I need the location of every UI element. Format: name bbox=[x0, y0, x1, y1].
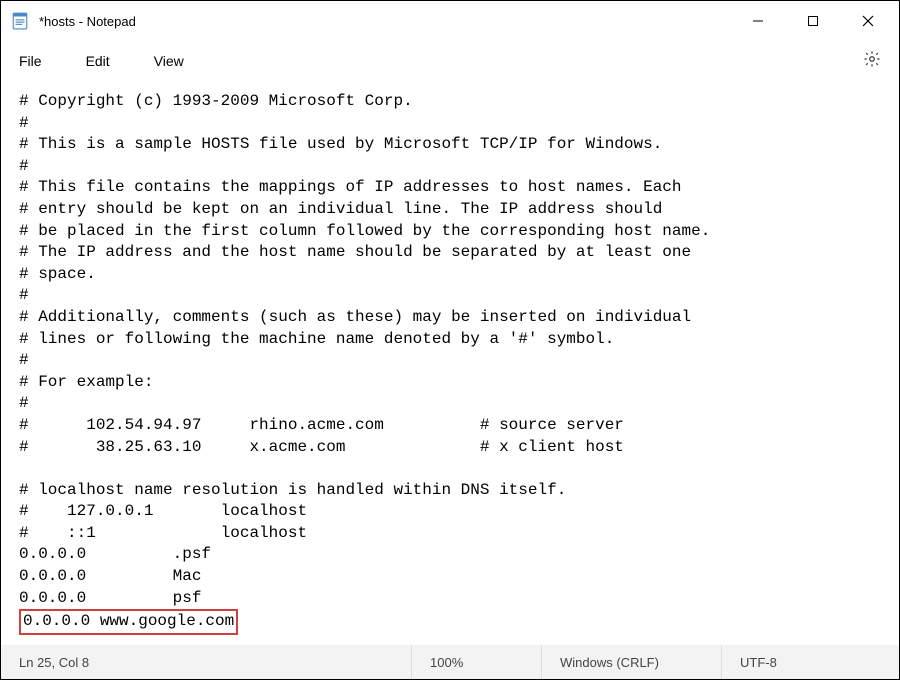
menu-file[interactable]: File bbox=[13, 47, 60, 75]
statusbar: Ln 25, Col 8 100% Windows (CRLF) UTF-8 bbox=[1, 645, 899, 679]
highlighted-hosts-entry: 0.0.0.0 www.google.com bbox=[19, 609, 238, 635]
status-zoom: 100% bbox=[411, 645, 541, 679]
editor-text-content: # Copyright (c) 1993-2009 Microsoft Corp… bbox=[19, 91, 881, 635]
menu-view[interactable]: View bbox=[148, 47, 202, 75]
close-button[interactable] bbox=[840, 1, 895, 41]
menubar: File Edit View bbox=[1, 41, 899, 81]
status-encoding: UTF-8 bbox=[721, 645, 899, 679]
gear-icon bbox=[863, 50, 881, 73]
status-cursor-position: Ln 25, Col 8 bbox=[1, 645, 411, 679]
titlebar: *hosts - Notepad bbox=[1, 1, 899, 41]
notepad-app-icon bbox=[11, 12, 29, 30]
maximize-button[interactable] bbox=[785, 1, 840, 41]
text-editor-area[interactable]: # Copyright (c) 1993-2009 Microsoft Corp… bbox=[1, 81, 899, 645]
menu-edit[interactable]: Edit bbox=[80, 47, 128, 75]
window-title: *hosts - Notepad bbox=[39, 14, 136, 29]
settings-button[interactable] bbox=[857, 46, 887, 76]
minimize-button[interactable] bbox=[730, 1, 785, 41]
window-controls bbox=[730, 1, 895, 41]
status-line-ending: Windows (CRLF) bbox=[541, 645, 721, 679]
